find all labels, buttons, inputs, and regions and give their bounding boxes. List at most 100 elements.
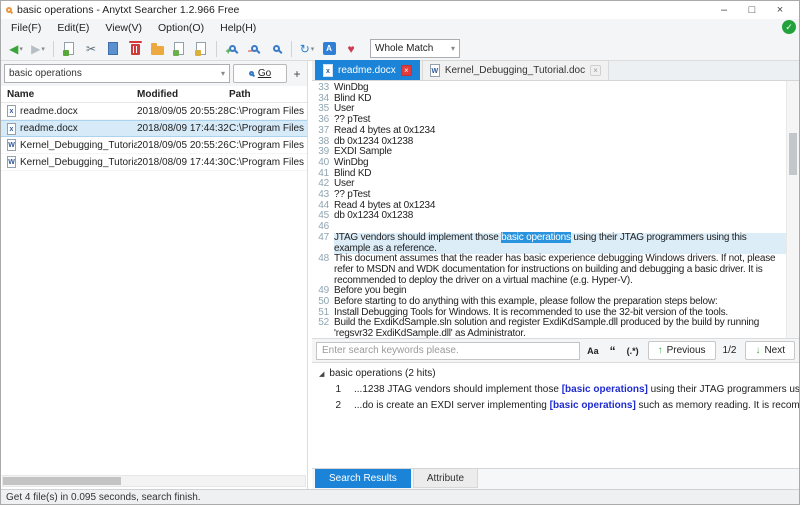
find-keywords-input[interactable] — [316, 342, 580, 360]
go-button[interactable]: Go — [233, 64, 287, 83]
cut-button[interactable]: ✂ — [81, 39, 101, 59]
scrollbar-thumb[interactable] — [789, 133, 797, 175]
window-title: basic operations - Anytxt Searcher 1.2.9… — [17, 4, 710, 16]
expander-icon[interactable]: ◢ — [319, 370, 324, 378]
export-button[interactable] — [59, 39, 79, 59]
new-doc-button[interactable] — [191, 39, 211, 59]
status-text: Get 4 file(s) in 0.095 seconds, search f… — [6, 492, 201, 503]
line-text: User — [334, 179, 786, 190]
regex-button[interactable]: (.*) — [623, 346, 643, 356]
match-word-button[interactable]: “ — [606, 348, 620, 354]
zoom-out-icon: − — [251, 45, 258, 52]
cut-icon: ✂ — [86, 43, 96, 55]
line-text: Read 4 bytes at 0x1234 — [334, 126, 786, 137]
menu-item-edit-e[interactable]: Edit(E) — [49, 19, 97, 37]
document-lines: 33WinDbg34Blind KD35User36?? pTest37Read… — [312, 83, 786, 338]
table-row[interactable]: xreadme.docx2018/08/09 17:44:32C:\Progra… — [1, 120, 307, 137]
line-number: 37 — [312, 126, 334, 137]
go-button-label: Go — [258, 68, 271, 79]
match-counter: 1/2 — [719, 345, 741, 356]
copy-button[interactable] — [103, 39, 123, 59]
open-folder-button[interactable] — [147, 39, 167, 59]
search-icon — [249, 71, 254, 76]
previous-button[interactable]: ↑ Previous — [648, 341, 716, 360]
tab-attribute[interactable]: Attribute — [413, 469, 478, 488]
forward-button[interactable]: ▶▾ — [28, 39, 48, 59]
file-path-cell: C:\Program Files (x86)\ — [229, 123, 307, 134]
menu-item-file-f[interactable]: File(F) — [3, 19, 49, 37]
tab-readme-docx[interactable]: x readme.docx × — [315, 60, 420, 80]
horizontal-scrollbar[interactable] — [2, 475, 306, 487]
forward-icon: ▶ — [31, 43, 40, 55]
line-text: db 0x1234 0x1238 — [334, 137, 786, 148]
hit-index: 1 — [312, 384, 354, 395]
vertical-scrollbar[interactable] — [786, 81, 799, 338]
chevron-down-icon: ▾ — [41, 45, 45, 53]
maximize-button[interactable]: □ — [738, 2, 766, 18]
back-button[interactable]: ◀▾ — [6, 39, 26, 59]
close-button[interactable]: × — [766, 2, 794, 18]
results-group-row[interactable]: ◢ basic operations (2 hits) — [312, 366, 799, 381]
file-name-cell: WKernel_Debugging_Tutorial.... — [7, 139, 137, 151]
column-header-name[interactable]: Name — [7, 89, 137, 100]
minimize-button[interactable]: – — [710, 2, 738, 18]
document-view[interactable]: 33WinDbg34Blind KD35User36?? pTest37Read… — [312, 81, 799, 338]
tab-search-results[interactable]: Search Results — [315, 469, 411, 488]
file-name-text: readme.docx — [20, 123, 78, 134]
search-button[interactable] — [266, 39, 286, 59]
app-logo-icon — [6, 7, 12, 13]
tab-label: readme.docx — [338, 65, 396, 76]
add-search-tab-button[interactable]: + — [290, 67, 304, 81]
doc-file-icon: W — [7, 156, 16, 168]
find-bar: Aa “ (.*) ↑ Previous 1/2 ↓ Next — [312, 338, 799, 363]
open-with-button[interactable] — [169, 39, 189, 59]
tab-kernel-debugging-tutorial-doc[interactable]: WKernel_Debugging_Tutorial.doc× — [422, 60, 609, 80]
translate-button[interactable]: A — [319, 39, 339, 59]
hit-match: [basic operations] — [562, 384, 648, 395]
export-icon — [64, 42, 74, 55]
refresh-button[interactable]: ↻▾ — [297, 39, 317, 59]
window-controls: – □ × — [710, 2, 794, 18]
hit-list: 1...1238 JTAG vendors should implement t… — [312, 381, 799, 413]
menu-item-option-o[interactable]: Option(O) — [150, 19, 212, 37]
line-text: User — [334, 104, 786, 115]
close-tab-icon[interactable]: × — [590, 65, 601, 76]
menu-item-view-v[interactable]: View(V) — [97, 19, 150, 37]
zoom-out-button[interactable]: − — [244, 39, 264, 59]
close-tab-icon[interactable]: × — [401, 65, 412, 76]
file-path-cell: C:\Program Files (x86)\ — [229, 157, 307, 168]
document-line: 42User — [312, 179, 786, 190]
open-with-icon — [174, 42, 184, 55]
document-line: 39EXDI Sample — [312, 147, 786, 158]
search-query-combobox[interactable]: ▾ — [4, 64, 230, 83]
search-hit-row[interactable]: 2...do is create an EXDI server implemen… — [312, 397, 799, 413]
document-line: 48This document assumes that the reader … — [312, 254, 786, 286]
column-header-modified[interactable]: Modified — [137, 89, 229, 100]
search-query-input[interactable] — [9, 66, 220, 81]
document-line: 37Read 4 bytes at 0x1234 — [312, 126, 786, 137]
search-hit-row[interactable]: 1...1238 JTAG vendors should implement t… — [312, 381, 799, 397]
donate-heart-button[interactable]: ♥ — [341, 39, 361, 59]
table-row[interactable]: WKernel_Debugging_Tutorial....2018/09/05… — [1, 137, 307, 154]
menu-item-help-h[interactable]: Help(H) — [212, 19, 264, 37]
app-window: basic operations - Anytxt Searcher 1.2.9… — [0, 0, 800, 505]
title-bar: basic operations - Anytxt Searcher 1.2.9… — [1, 1, 799, 19]
docx-file-icon: x — [7, 123, 16, 135]
column-header-path[interactable]: Path — [229, 89, 307, 100]
file-table-header: Name Modified Path — [1, 86, 307, 103]
new-doc-icon — [196, 42, 206, 55]
delete-button[interactable] — [125, 39, 145, 59]
doc-file-icon: x — [323, 64, 333, 77]
delete-icon — [131, 44, 140, 55]
match-mode-select[interactable]: Whole Match ▾ — [370, 39, 460, 58]
hit-text: ...1238 JTAG vendors should implement th… — [354, 384, 799, 395]
scrollbar-thumb[interactable] — [3, 477, 121, 485]
file-name-cell: x readme.docx — [7, 123, 137, 135]
zoom-in-icon: + — [229, 45, 236, 52]
next-button[interactable]: ↓ Next — [745, 341, 795, 360]
zoom-in-button[interactable]: + — [222, 39, 242, 59]
match-case-button[interactable]: Aa — [583, 346, 603, 356]
document-line: 47JTAG vendors should implement those ba… — [312, 233, 786, 254]
table-row[interactable]: WKernel_Debugging_Tutorial....2018/08/09… — [1, 154, 307, 171]
table-row[interactable]: xreadme.docx2018/09/05 20:55:28C:\Progra… — [1, 103, 307, 120]
